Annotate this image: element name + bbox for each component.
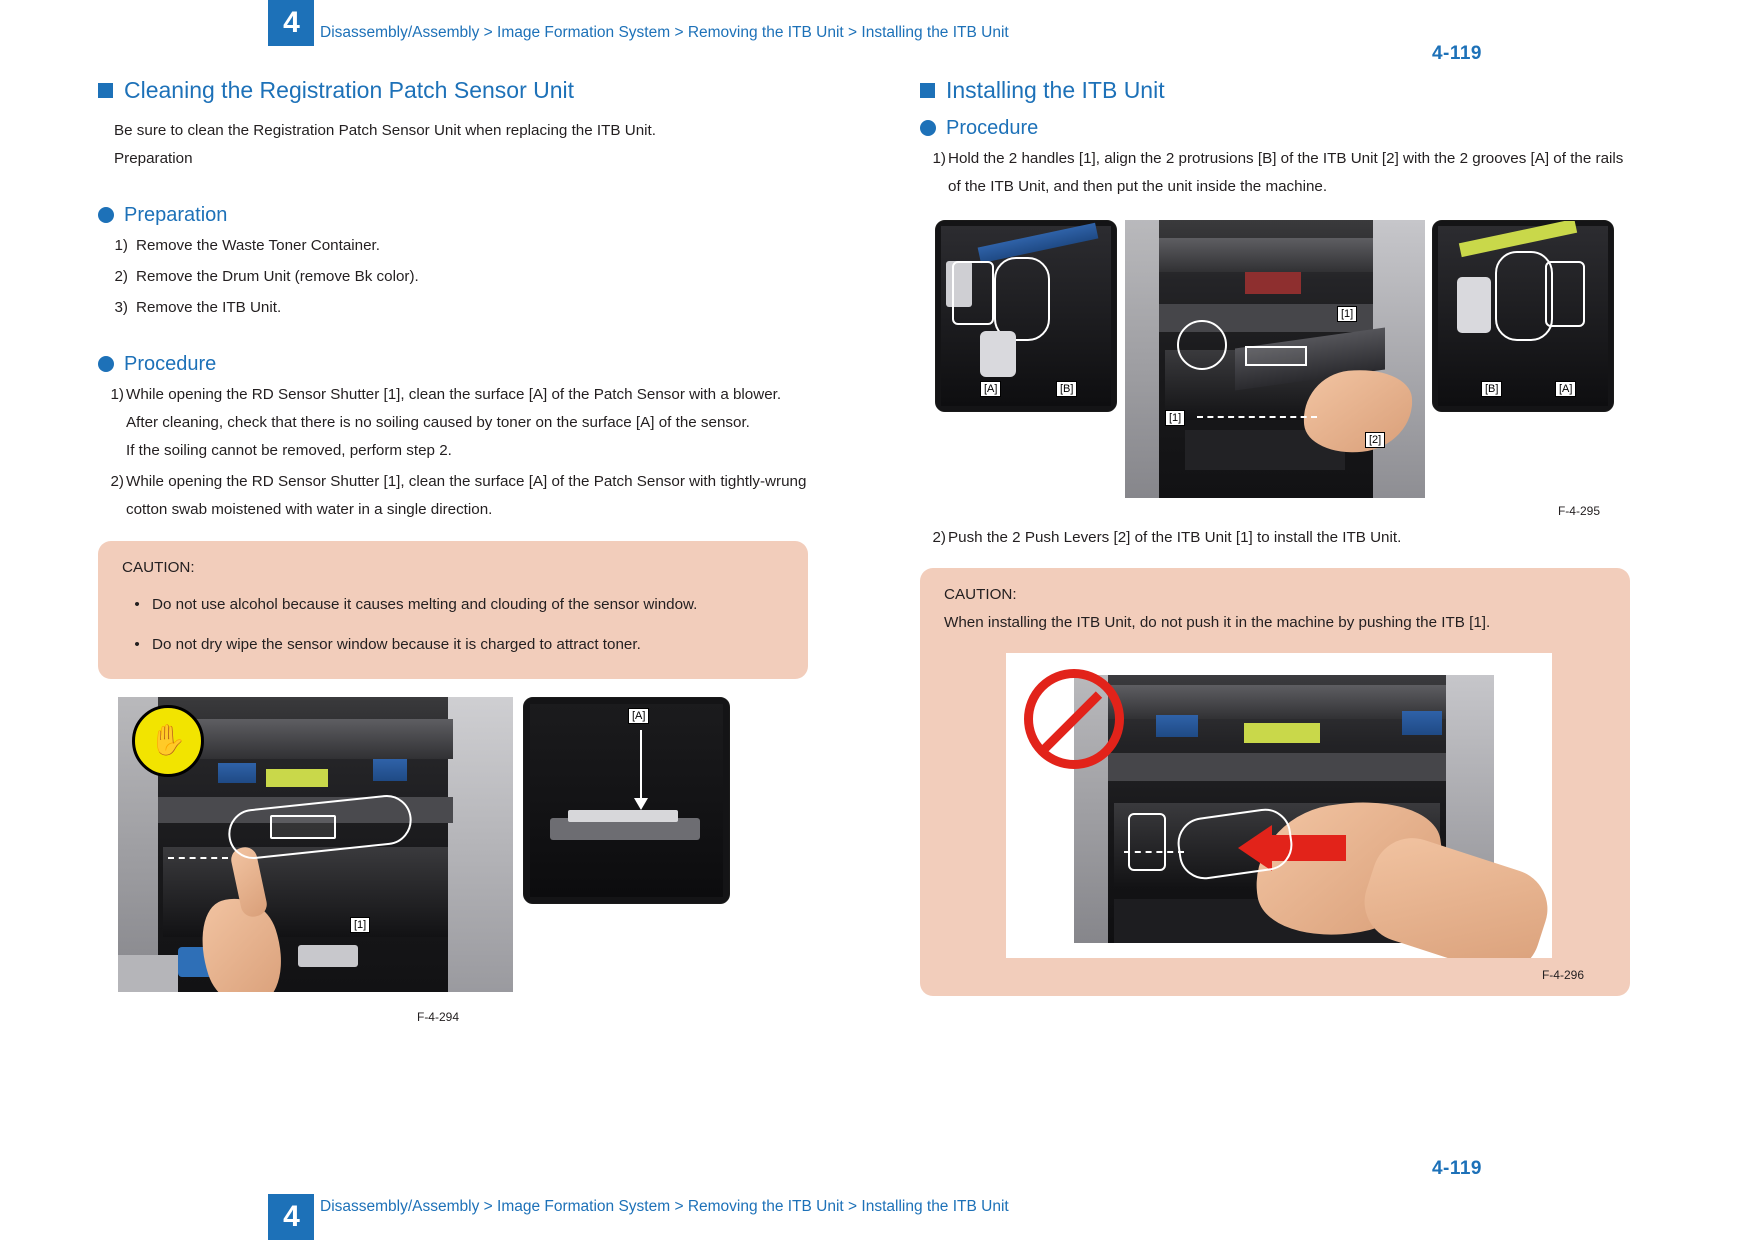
list-item: 2) Push the 2 Push Levers [2] of the ITB… xyxy=(920,524,1630,552)
figure-photo-main: ✋ [1] xyxy=(118,697,513,993)
bullet-dot-icon: • xyxy=(134,595,140,613)
heading-procedure-left: Procedure xyxy=(98,353,808,375)
step-text: While opening the RD Sensor Shutter [1],… xyxy=(126,385,782,432)
page-number-bottom: 4-119 xyxy=(1431,1158,1482,1179)
callout-label-a-right: [A] xyxy=(1555,380,1577,397)
figure-caption-f-4-295: F-4-295 xyxy=(1557,503,1600,518)
hand-caution-icon: ✋ xyxy=(132,705,204,778)
list-item: • Do not dry wipe the sensor window beca… xyxy=(122,634,784,657)
callout-label-a: [A] xyxy=(628,708,650,725)
list-item: 2) Remove the Drum Unit (remove Bk color… xyxy=(98,263,808,291)
round-bullet-icon xyxy=(98,206,114,223)
step-number: 2) xyxy=(932,528,946,546)
callout-label-1-lower: [1] xyxy=(1165,409,1186,426)
step-text: Hold the 2 handles [1], align the 2 prot… xyxy=(948,150,1624,196)
step-extra-text: If the soiling cannot be removed, perfor… xyxy=(126,442,452,460)
callout-label-2: [2] xyxy=(1365,431,1386,448)
chapter-tab-bottom: 4 xyxy=(268,1194,314,1240)
intro-line-1: Be sure to clean the Registration Patch … xyxy=(114,122,656,140)
bullet-dot-icon: • xyxy=(134,636,140,654)
step-text: Push the 2 Push Levers [2] of the ITB Un… xyxy=(948,528,1402,546)
callout-label-1: [1] xyxy=(350,917,371,934)
figure-photo-inset: [A] xyxy=(523,697,730,905)
intro-line-2: Preparation xyxy=(114,150,193,168)
prohibition-icon xyxy=(1024,668,1124,769)
caution-box-left: CAUTION: • Do not use alcohol because it… xyxy=(98,540,808,680)
step-text: Remove the Drum Unit (remove Bk color). xyxy=(136,267,419,285)
page-footer: 4-119 4 Disassembly/Assembly > Image For… xyxy=(0,1130,1754,1240)
heading-procedure-right: Procedure xyxy=(920,117,1630,139)
callout-label-b-right: [B] xyxy=(1481,380,1503,397)
list-item: 1) Remove the Waste Toner Container. xyxy=(98,232,808,260)
step-number: 1) xyxy=(932,150,946,168)
breadcrumb-bottom[interactable]: Disassembly/Assembly > Image Formation S… xyxy=(320,1198,1009,1216)
step-number: 2) xyxy=(110,473,124,491)
procedure-heading-left: Procedure xyxy=(124,352,217,375)
hand-glyph-icon: ✋ xyxy=(149,724,187,758)
caution-title: CAUTION: xyxy=(122,558,195,576)
page-number-top: 4-119 xyxy=(1431,43,1482,64)
round-bullet-icon xyxy=(920,120,936,137)
list-item: 1) Hold the 2 handles [1], align the 2 p… xyxy=(920,145,1630,201)
heading-preparation: Preparation xyxy=(98,204,808,226)
round-bullet-icon xyxy=(98,355,114,372)
square-bullet-icon xyxy=(920,83,935,99)
caution-bullet-text: Do not use alcohol because it causes mel… xyxy=(152,595,698,613)
step-number: 2) xyxy=(114,267,128,285)
figure-detail-right: [B] [A] xyxy=(1432,219,1614,412)
procedure-step-list-right: 1) Hold the 2 handles [1], align the 2 p… xyxy=(920,145,1630,201)
procedure-heading-right: Procedure xyxy=(946,117,1039,140)
list-item: 1) While opening the RD Sensor Shutter [… xyxy=(98,381,808,465)
caution-bullet-list: • Do not use alcohol because it causes m… xyxy=(122,594,784,658)
callout-label-b-left: [B] xyxy=(1056,380,1078,397)
step-text: While opening the RD Sensor Shutter [1],… xyxy=(126,473,807,519)
procedure-step-list-left: 1) While opening the RD Sensor Shutter [… xyxy=(98,381,808,525)
left-column: Cleaning the Registration Patch Sensor U… xyxy=(98,77,808,1024)
caution-title: CAUTION: xyxy=(944,585,1017,603)
breadcrumb-top[interactable]: Disassembly/Assembly > Image Formation S… xyxy=(320,24,1009,42)
heading-installing-the-itb-unit: Installing the ITB Unit xyxy=(920,77,1630,103)
procedure-step-2-right: 2) Push the 2 Push Levers [2] of the ITB… xyxy=(920,524,1630,552)
callout-label-1-upper: [1] xyxy=(1337,305,1358,322)
chapter-tab-top: 4 xyxy=(268,0,314,46)
section-title-right: Installing the ITB Unit xyxy=(946,77,1165,103)
list-item: • Do not use alcohol because it causes m… xyxy=(122,594,784,617)
caution-body-text: When installing the ITB Unit, do not pus… xyxy=(944,613,1491,631)
step-number: 3) xyxy=(114,298,128,316)
preparation-step-list: 1) Remove the Waste Toner Container. 2) … xyxy=(98,232,808,322)
figure-photo-center: [1] [1] [2] xyxy=(1125,219,1425,498)
step-text: Remove the ITB Unit. xyxy=(136,298,282,316)
right-column: Installing the ITB Unit Procedure 1) Hol… xyxy=(920,77,1630,996)
step-number: 1) xyxy=(110,385,124,403)
callout-label-a-left: [A] xyxy=(980,380,1002,397)
square-bullet-icon xyxy=(98,83,113,99)
caution-box-right: CAUTION: When installing the ITB Unit, d… xyxy=(920,567,1630,996)
list-item: 3) Remove the ITB Unit. xyxy=(98,294,808,322)
caution-bullet-text: Do not dry wipe the sensor window becaus… xyxy=(152,636,641,654)
section-title-left: Cleaning the Registration Patch Sensor U… xyxy=(124,77,575,103)
heading-cleaning-registration-patch-sensor-unit: Cleaning the Registration Patch Sensor U… xyxy=(98,77,808,103)
figure-caption-left: F-4-294 xyxy=(416,1010,460,1025)
figure-f-4-294: ✋ [1] [A] F-4-294 xyxy=(98,697,808,1024)
page-header: 4 Disassembly/Assembly > Image Formation… xyxy=(0,0,1754,64)
preparation-heading: Preparation xyxy=(124,203,228,226)
figure-caption-f-4-296: F-4-296 xyxy=(1541,967,1584,982)
list-item: 2) While opening the RD Sensor Shutter [… xyxy=(98,468,808,524)
figure-photo-f-4-296 xyxy=(1006,652,1552,958)
figure-f-4-295: [A] [B] [1] [1] [2] [B] [A] F-4-295 xyxy=(920,219,1630,518)
step-number: 1) xyxy=(114,236,128,254)
figure-detail-left: [A] [B] xyxy=(935,219,1117,412)
step-text: Remove the Waste Toner Container. xyxy=(136,236,380,254)
